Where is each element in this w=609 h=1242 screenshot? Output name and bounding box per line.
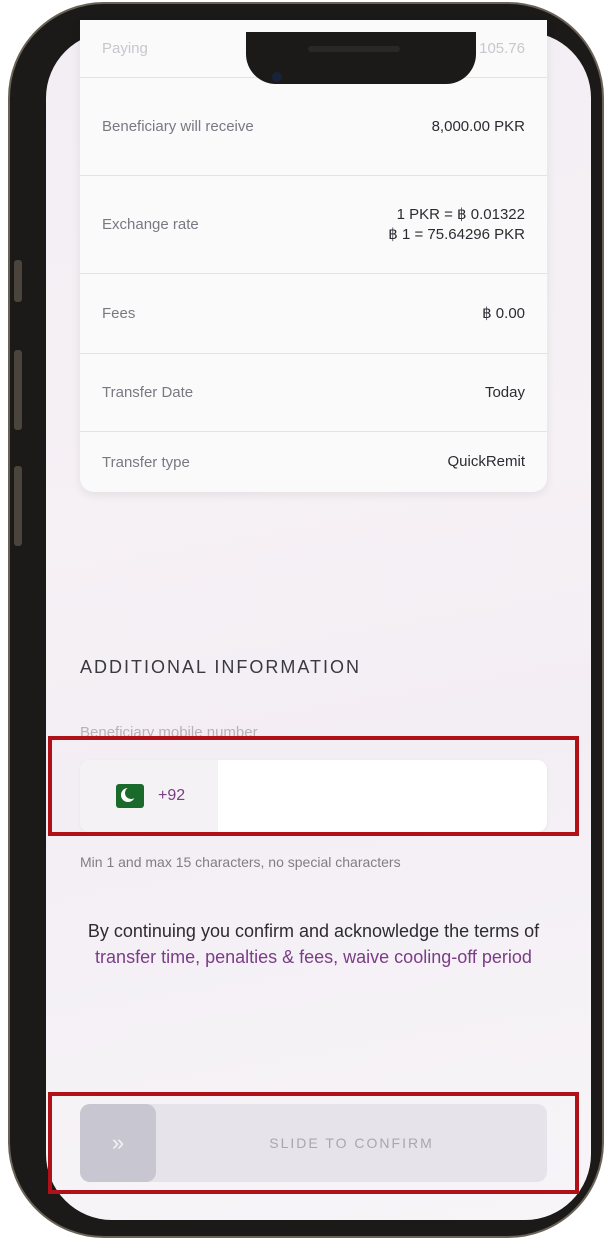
summary-label: Transfer type [102,453,190,471]
transfer-summary-card: Paying ฿ 105.76 Beneficiary will receive… [80,20,547,492]
summary-label: Paying [102,40,148,57]
volume-down-button [14,466,22,546]
summary-row-beneficiary-receive: Beneficiary will receive 8,000.00 PKR [80,78,547,176]
summary-label: Exchange rate [102,216,199,233]
summary-row-transfer-type: Transfer type QuickRemit [80,432,547,492]
terms-link[interactable]: transfer time, penalties & fees, waive c… [95,947,532,967]
mute-switch [14,260,22,302]
mobile-helper-text: Min 1 and max 15 characters, no special … [80,854,401,870]
summary-value: ฿ 0.00 [482,304,525,322]
summary-row-fees: Fees ฿ 0.00 [80,274,547,354]
summary-label: Beneficiary will receive [102,118,254,135]
highlight-mobile-field [48,736,579,836]
exchange-rate-line-2: ฿ 1 = 75.64296 PKR [388,225,525,243]
exchange-rate-line-1: 1 PKR = ฿ 0.01322 [396,205,525,223]
speaker [308,46,400,52]
front-camera-icon [272,72,282,82]
section-title: ADDITIONAL INFORMATION [80,657,362,677]
summary-label: Transfer Date [102,384,194,401]
summary-value: Today [484,383,525,401]
summary-row-transfer-date: Transfer Date Today [80,354,547,432]
terms-text: By continuing you confirm and acknowledg… [80,918,547,970]
terms-prefix: By continuing you confirm and acknowledg… [87,921,540,941]
summary-label: Fees [102,305,136,322]
volume-up-button [14,350,22,430]
summary-row-exchange-rate: Exchange rate 1 PKR = ฿ 0.01322 ฿ 1 = 75… [80,176,547,274]
summary-value: QuickRemit [447,453,525,470]
summary-value: 1 PKR = ฿ 0.01322 ฿ 1 = 75.64296 PKR [388,205,525,245]
highlight-slider [48,1092,579,1194]
summary-value: 8,000.00 PKR [431,117,525,135]
